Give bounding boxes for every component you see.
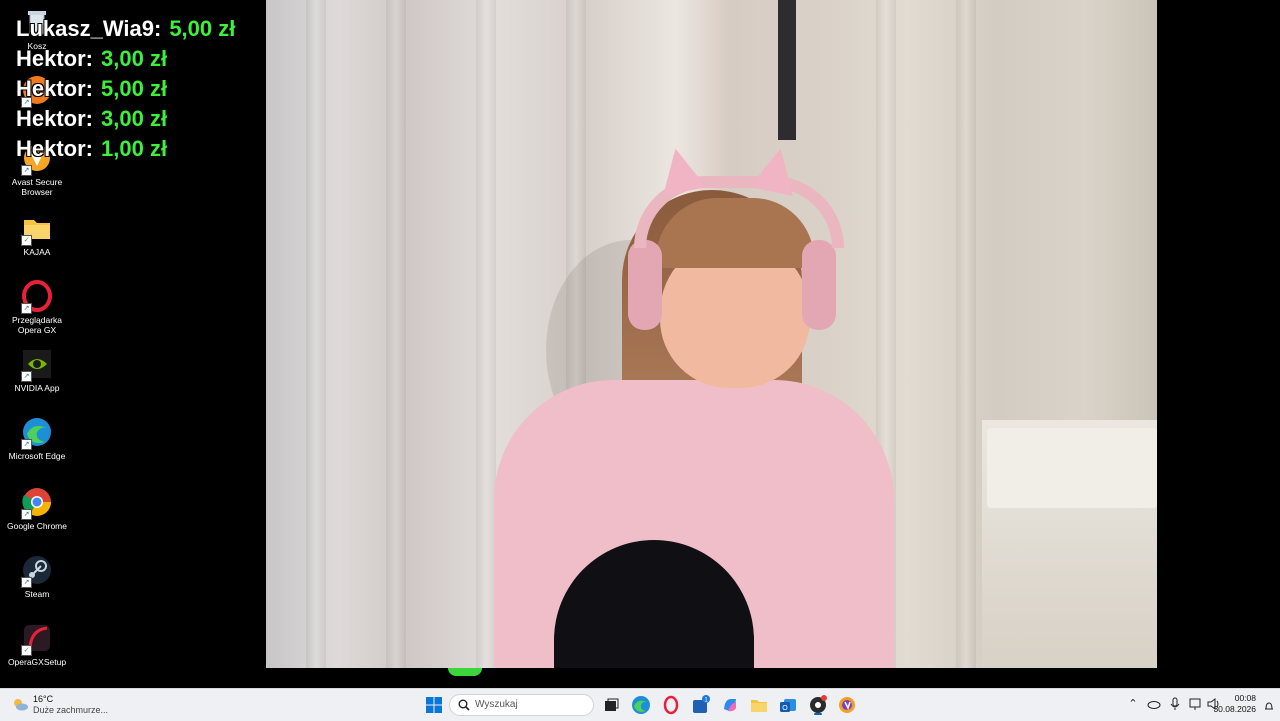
mail-icon: O	[780, 699, 796, 712]
desktop-steam[interactable]: ↗ Steam	[0, 554, 74, 599]
clock-time: 00:08	[1234, 693, 1256, 703]
desktop-microsoft-edge[interactable]: ↗ Microsoft Edge	[0, 416, 74, 461]
donor-name: Lukasz_Wia9:	[16, 16, 162, 41]
folder-icon	[751, 700, 767, 712]
weather-widget[interactable]: 16°C Duże zachmurze...	[12, 694, 132, 716]
windows-icon	[426, 697, 442, 713]
running-indicator	[814, 713, 822, 715]
microphone-icon	[1170, 697, 1180, 710]
desktop-opera-gx[interactable]: ↗ Przeglądarka Opera GX	[0, 280, 74, 335]
icon-label: OperaGXSetup	[7, 657, 67, 667]
donation-entry: Hektor: 3,00 zł	[16, 104, 235, 134]
taskbar: 16°C Duże zachmurze... Wyszukaj 1 O ⌃ 00…	[0, 688, 1280, 721]
weather-temp: 16°C	[33, 694, 54, 704]
start-button[interactable]	[423, 694, 445, 716]
opera-gx-setup-icon: ✓	[21, 622, 53, 656]
weather-desc: Duże zachmurze...	[33, 705, 109, 715]
tray-microphone[interactable]	[1166, 695, 1184, 713]
overlay-fragment	[448, 668, 482, 676]
desktop-opera-gx-setup[interactable]: ✓ OperaGXSetup	[0, 622, 74, 667]
icon-label: NVIDIA App	[14, 383, 60, 393]
opera-gx-icon	[663, 695, 679, 715]
donation-entry: Hektor: 5,00 zł	[16, 74, 235, 104]
donation-entry: Hektor: 1,00 zł	[16, 134, 235, 164]
donor-name: Hektor:	[16, 76, 94, 101]
taskbar-opera-gx[interactable]	[660, 694, 682, 716]
icon-label: Przeglądarka Opera GX	[11, 315, 63, 335]
bell-icon	[1265, 702, 1273, 710]
donor-name: Hektor:	[16, 106, 94, 131]
edge-icon	[632, 696, 650, 714]
donation-amount: 5,00 zł	[101, 76, 168, 101]
chrome-icon: ↗	[21, 486, 53, 520]
clock-date: 30.08.2026	[1213, 704, 1256, 714]
store-icon: 1	[693, 695, 710, 713]
donor-name: Hektor:	[16, 136, 94, 161]
tray-overflow-chevron[interactable]: ⌃	[1124, 695, 1142, 713]
taskbar-stream-app[interactable]	[807, 694, 829, 716]
donation-amount: 5,00 zł	[169, 16, 236, 41]
desktop-google-chrome[interactable]: ↗ Google Chrome	[0, 486, 74, 531]
icon-label: Steam	[24, 589, 50, 599]
taskbar-edge[interactable]	[630, 694, 652, 716]
nvidia-icon: ↗	[21, 348, 53, 382]
donation-overlay: Lukasz_Wia9: 5,00 zł Hektor: 3,00 zł Hekto…	[16, 14, 235, 164]
taskbar-store[interactable]: 1	[689, 694, 711, 716]
donation-entry: Hektor: 3,00 zł	[16, 44, 235, 74]
notification-button[interactable]	[1264, 699, 1274, 711]
svg-text:O: O	[782, 705, 788, 712]
folder-icon: ✓	[21, 212, 53, 246]
network-icon	[1189, 698, 1201, 710]
icon-label: KAJAA	[23, 247, 51, 257]
taskbar-task-view[interactable]	[600, 694, 622, 716]
cloud-icon	[1147, 701, 1161, 709]
donation-amount: 3,00 zł	[101, 46, 168, 71]
app-badge-icon	[839, 697, 855, 713]
taskbar-file-explorer[interactable]	[748, 694, 770, 716]
search-placeholder: Wyszukaj	[475, 699, 518, 710]
tray-network[interactable]	[1186, 695, 1204, 713]
cloudy-weather-icon	[14, 699, 28, 711]
icon-label: Microsoft Edge	[8, 451, 66, 461]
donation-amount: 1,00 zł	[101, 136, 168, 161]
steam-icon: ↗	[21, 554, 53, 588]
task-view-icon	[605, 698, 619, 711]
taskbar-outlook[interactable]: O	[777, 694, 799, 716]
desktop-folder-kajaa[interactable]: ✓ KAJAA	[0, 212, 74, 257]
desktop-nvidia-app[interactable]: ↗ NVIDIA App	[0, 348, 74, 393]
edge-icon: ↗	[21, 416, 53, 450]
icon-label: Avast Secure Browser	[11, 177, 63, 197]
tray-onedrive[interactable]	[1145, 695, 1163, 713]
opera-gx-icon: ↗	[21, 280, 53, 314]
search-icon	[458, 699, 470, 711]
copilot-icon	[724, 699, 736, 712]
donation-entry: Lukasz_Wia9: 5,00 zł	[16, 14, 235, 44]
icon-label: Google Chrome	[6, 521, 67, 531]
donor-name: Hektor:	[16, 46, 94, 71]
taskbar-clock[interactable]: 00:08 30.08.2026	[1213, 693, 1256, 715]
taskbar-search[interactable]: Wyszukaj	[449, 694, 594, 716]
webcam-video	[266, 0, 1157, 668]
donation-amount: 3,00 zł	[101, 106, 168, 131]
desktop: Kosz ↗ ↗ Avast Secure Browser ✓ KAJAA ↗ …	[0, 0, 1280, 688]
taskbar-app-orange[interactable]	[836, 694, 858, 716]
taskbar-copilot[interactable]	[719, 694, 741, 716]
